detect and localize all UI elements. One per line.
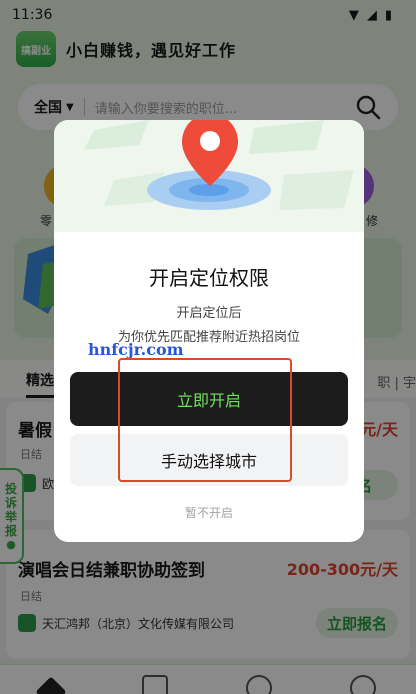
watermark: hnfcjr.com <box>88 340 184 359</box>
dialog-hero <box>54 120 364 232</box>
dialog-title: 开启定位权限 <box>149 266 269 290</box>
highlight-box <box>118 358 292 482</box>
dialog-subtitle: 开启定位后 <box>176 306 242 321</box>
skip-button[interactable]: 暂不开启 <box>54 504 364 521</box>
location-pin-icon <box>182 120 238 186</box>
